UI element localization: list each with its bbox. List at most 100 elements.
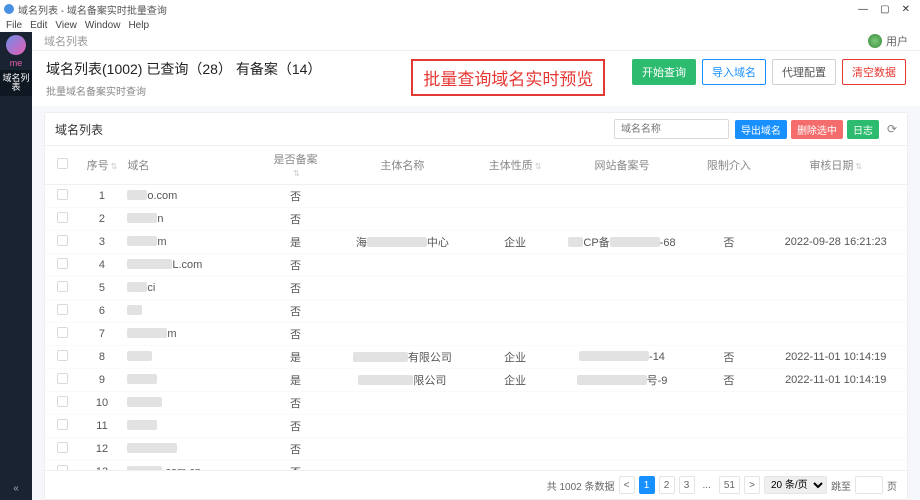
cell-domain	[123, 392, 265, 415]
cell-beianno	[551, 392, 693, 415]
row-checkbox[interactable]	[57, 442, 68, 453]
domain-table: 序号⇅ 域名 是否备案⇅ 主体名称 主体性质⇅ 网站备案号 限制介入 审核日期⇅…	[45, 146, 907, 470]
cell-zhutinature	[480, 323, 551, 346]
cell-domain: m	[123, 323, 265, 346]
pager-total: 共 1002 条数据	[547, 478, 615, 493]
table-row: 2 n 否	[45, 208, 907, 231]
export-domain-button[interactable]: 导出域名	[735, 120, 787, 139]
cell-zhutinature	[480, 185, 551, 208]
start-query-button[interactable]: 开始查询	[632, 59, 696, 85]
sidebar-me-label: me	[10, 58, 23, 68]
app-favicon	[4, 4, 14, 14]
cell-domain: m	[123, 231, 265, 254]
avatar[interactable]	[868, 34, 882, 48]
cell-date	[764, 254, 907, 277]
pager-next[interactable]: >	[744, 476, 760, 494]
row-checkbox[interactable]	[57, 373, 68, 384]
cell-isbeian: 是	[266, 231, 325, 254]
cell-isbeian: 否	[266, 392, 325, 415]
cell-zhutiname: 有限公司	[325, 346, 479, 369]
row-checkbox[interactable]	[57, 304, 68, 315]
window-close-button[interactable]: ✕	[902, 4, 910, 15]
cell-zhutiname	[325, 254, 479, 277]
pager-goto-label: 跳至	[831, 478, 851, 493]
window-max-button[interactable]: ▢	[880, 4, 889, 15]
cell-domain	[123, 415, 265, 438]
menu-help[interactable]: Help	[128, 20, 149, 31]
cell-idx: 8	[81, 346, 124, 369]
row-checkbox[interactable]	[57, 235, 68, 246]
sidebar: me 域名列表 «	[0, 32, 32, 500]
cell-beianno	[551, 300, 693, 323]
col-zhutinature: 主体性质⇅	[480, 146, 551, 185]
pager-prev[interactable]: <	[619, 476, 635, 494]
cell-restrict: 否	[693, 231, 764, 254]
menu-edit[interactable]: Edit	[30, 20, 47, 31]
cell-domain	[123, 369, 265, 392]
cell-beianno: -14	[551, 346, 693, 369]
cell-domain: ci	[123, 277, 265, 300]
cell-zhutiname: 海 中心	[325, 231, 479, 254]
pager-goto-input[interactable]	[855, 476, 883, 494]
cell-date	[764, 185, 907, 208]
table-row: 8 是 有限公司 企业 -14 否 2022-11-01 10:14:19	[45, 346, 907, 369]
cell-zhutinature	[480, 300, 551, 323]
pager-pagesize-select[interactable]: 20 条/页	[764, 476, 827, 494]
pager-page-3[interactable]: 3	[679, 476, 695, 494]
row-checkbox[interactable]	[57, 212, 68, 223]
table-row: 3 m 是 海 中心 企业 CP备 -68 否 2022-09-28 16:21…	[45, 231, 907, 254]
row-checkbox[interactable]	[57, 327, 68, 338]
menu-window[interactable]: Window	[85, 20, 121, 31]
cell-restrict	[693, 300, 764, 323]
cell-zhutiname	[325, 300, 479, 323]
cell-date	[764, 415, 907, 438]
row-checkbox[interactable]	[57, 189, 68, 200]
cell-idx: 1	[81, 185, 124, 208]
col-idx: 序号⇅	[81, 146, 124, 185]
table-row: 4 L.com 否	[45, 254, 907, 277]
pager-ellipsis: ...	[699, 476, 715, 494]
import-domain-button[interactable]: 导入域名	[702, 59, 766, 85]
delete-selected-button[interactable]: 删除选中	[791, 120, 843, 139]
pager-page-1[interactable]: 1	[639, 476, 655, 494]
cell-beianno	[551, 323, 693, 346]
clear-data-button[interactable]: 清空数据	[842, 59, 906, 85]
log-button[interactable]: 日志	[847, 120, 879, 139]
menu-view[interactable]: View	[55, 20, 77, 31]
sidebar-collapse-icon[interactable]: «	[0, 483, 32, 494]
select-all-checkbox[interactable]	[57, 158, 68, 169]
pager-page-last[interactable]: 51	[719, 476, 740, 494]
row-checkbox[interactable]	[57, 281, 68, 292]
row-checkbox[interactable]	[57, 258, 68, 269]
col-beianno: 网站备案号	[551, 146, 693, 185]
cell-beianno	[551, 415, 693, 438]
cell-zhutinature: 企业	[480, 346, 551, 369]
user-label[interactable]: 用户	[886, 33, 908, 49]
col-zhutiname: 主体名称	[325, 146, 479, 185]
table-row: 1 o.com 否	[45, 185, 907, 208]
row-checkbox[interactable]	[57, 396, 68, 407]
cell-zhutinature	[480, 254, 551, 277]
cell-date	[764, 438, 907, 461]
window-min-button[interactable]: —	[858, 4, 868, 15]
cell-date: 2022-11-01 10:14:19	[764, 369, 907, 392]
cell-beianno	[551, 208, 693, 231]
refresh-icon[interactable]: ⟳	[887, 122, 897, 136]
col-restrict: 限制介入	[693, 146, 764, 185]
row-checkbox[interactable]	[57, 350, 68, 361]
menu-file[interactable]: File	[6, 20, 22, 31]
table-row: 12 否	[45, 438, 907, 461]
pager-page-2[interactable]: 2	[659, 476, 675, 494]
row-checkbox[interactable]	[57, 419, 68, 430]
cell-idx: 7	[81, 323, 124, 346]
sidebar-item-domain-list[interactable]: 域名列表	[0, 70, 32, 96]
search-input[interactable]	[614, 119, 729, 139]
page-subtitle: 批量域名备案实时查询	[46, 83, 321, 98]
proxy-config-button[interactable]: 代理配置	[772, 59, 836, 85]
cell-restrict	[693, 208, 764, 231]
col-date: 审核日期⇅	[764, 146, 907, 185]
cell-domain	[123, 300, 265, 323]
menubar: File Edit View Window Help	[0, 18, 920, 32]
cell-date	[764, 277, 907, 300]
cell-zhutinature: 企业	[480, 231, 551, 254]
